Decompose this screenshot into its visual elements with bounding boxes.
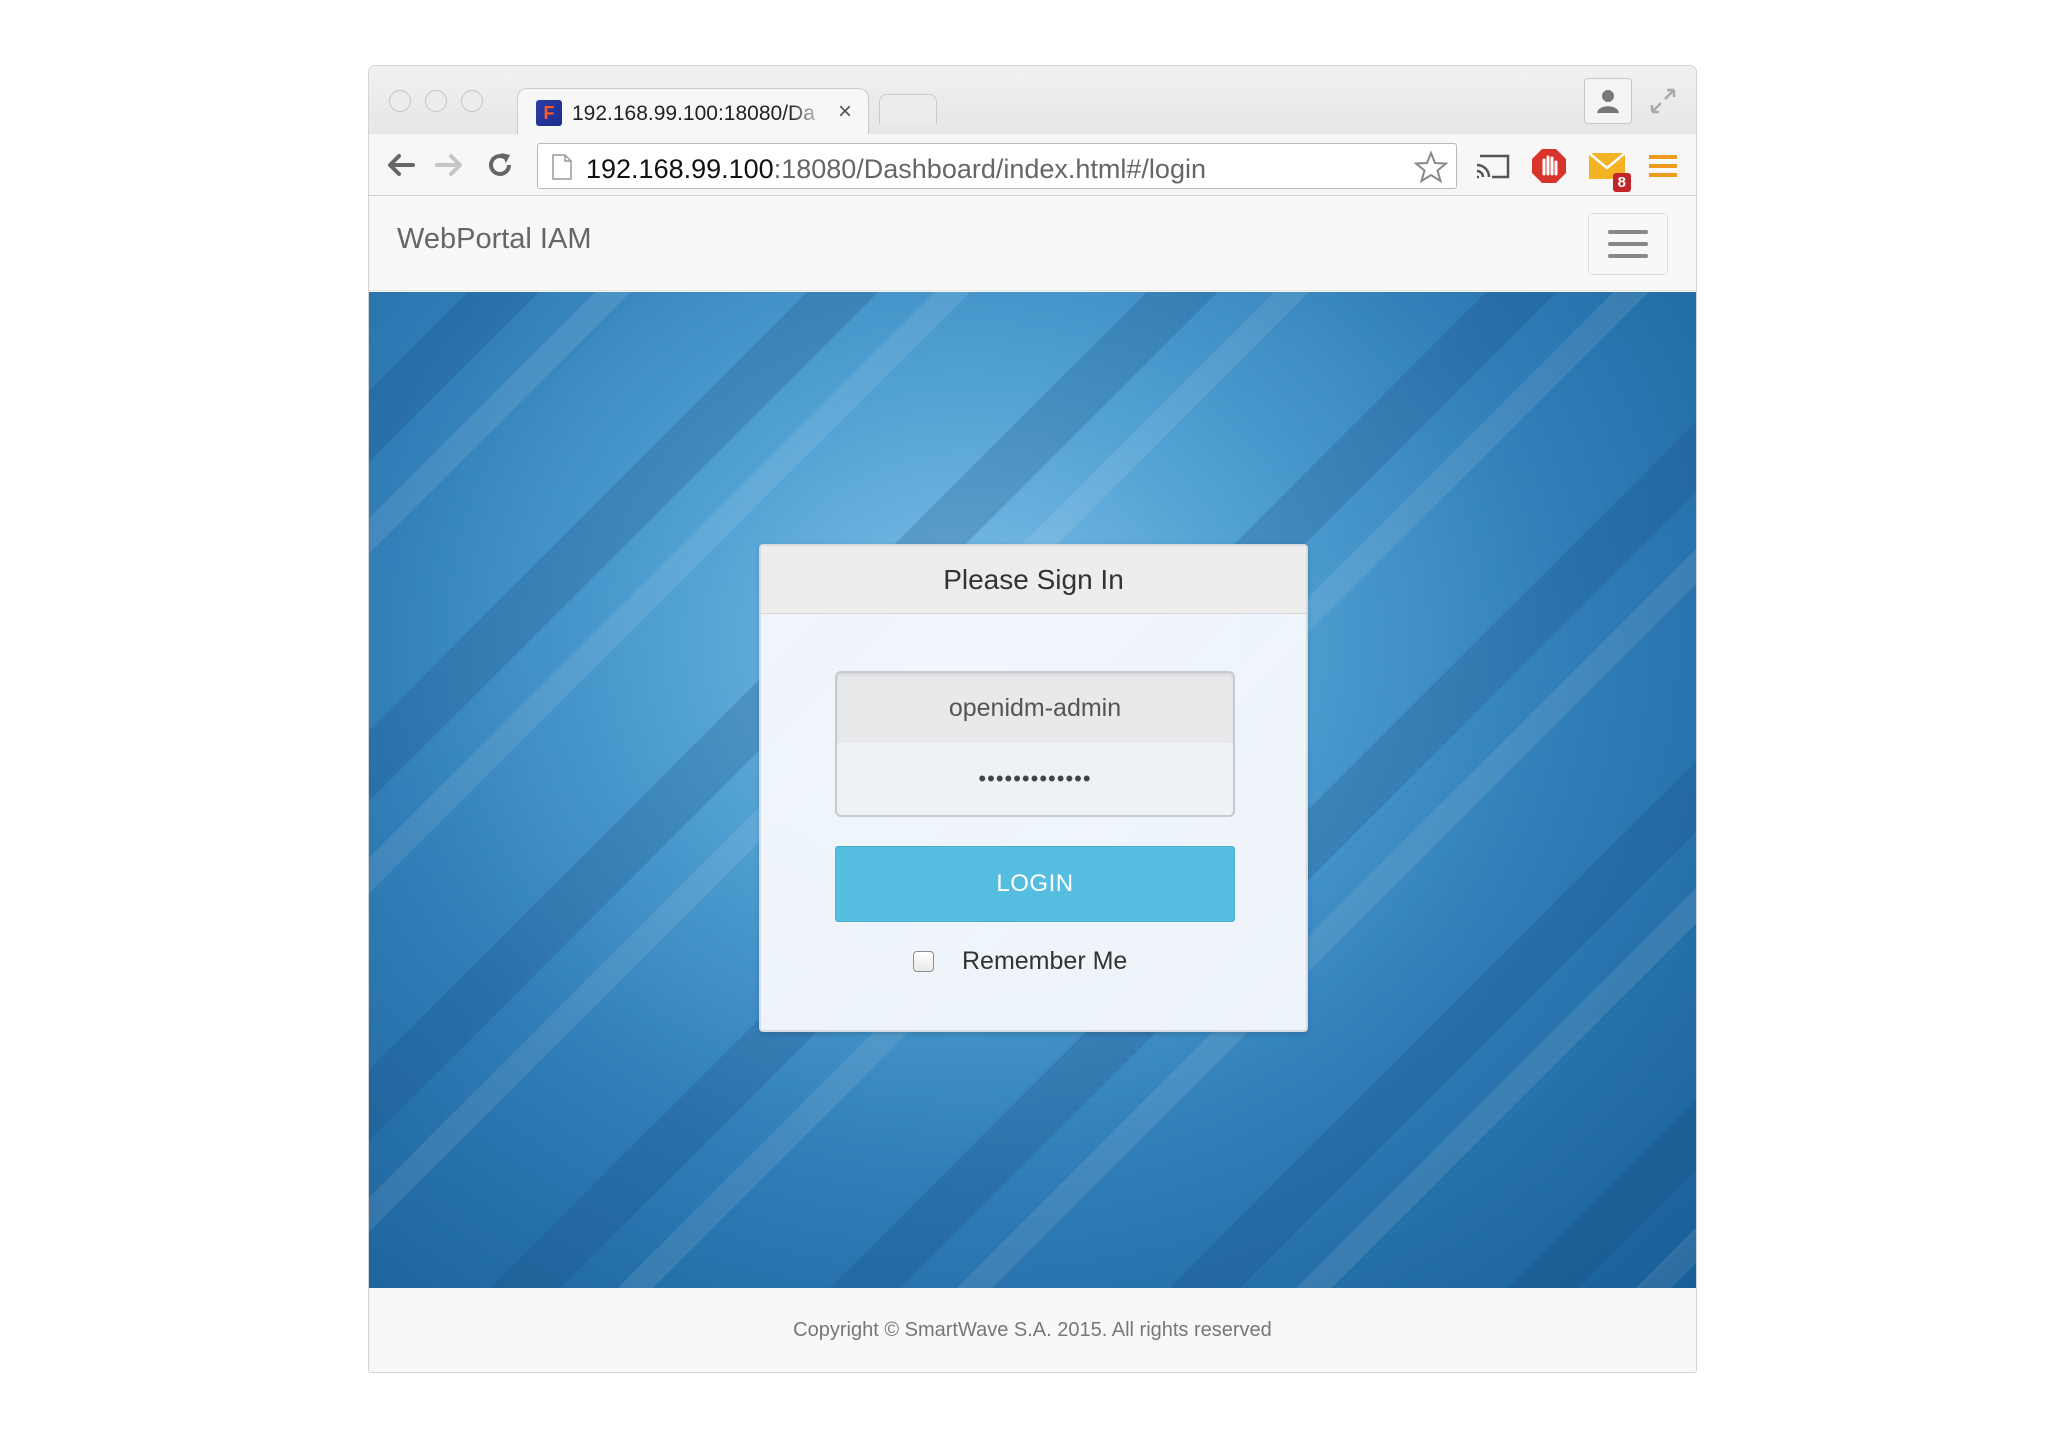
profile-button[interactable] <box>1584 78 1632 124</box>
page-footer: Copyright © SmartWave S.A. 2015. All rig… <box>369 1288 1696 1372</box>
copyright-text: Copyright © SmartWave S.A. 2015. All rig… <box>793 1318 1272 1341</box>
login-panel-header: Please Sign In <box>761 546 1306 614</box>
tab-strip: F 192.168.99.100:18080/Da × <box>369 66 1696 136</box>
browser-toolbar: 192.168.99.100:18080/Dashboard/index.htm… <box>369 134 1696 196</box>
address-bar[interactable]: 192.168.99.100:18080/Dashboard/index.htm… <box>537 143 1457 189</box>
reload-button[interactable] <box>481 146 519 184</box>
window-close-button[interactable] <box>389 90 411 112</box>
window-minimize-button[interactable] <box>425 90 447 112</box>
mail-extension-button[interactable]: 8 <box>1587 146 1631 192</box>
tab-title: 192.168.99.100:18080/Da <box>572 102 815 125</box>
window-zoom-button[interactable] <box>461 90 483 112</box>
password-field[interactable]: ••••••••••••• <box>835 743 1235 817</box>
favicon-icon: F <box>536 100 562 126</box>
login-button[interactable]: LOGIN <box>835 846 1235 922</box>
back-arrow-icon <box>388 154 415 176</box>
brand-title[interactable]: WebPortal IAM <box>397 223 591 256</box>
username-field[interactable]: openidm-admin <box>835 671 1235 745</box>
login-title: Please Sign In <box>943 563 1124 595</box>
forward-button[interactable] <box>431 146 469 184</box>
hamburger-icon-bar <box>1608 230 1648 234</box>
forward-arrow-icon <box>435 154 462 176</box>
hamburger-icon-bar <box>1608 242 1648 246</box>
page-icon <box>552 154 572 180</box>
adblock-button[interactable] <box>1529 146 1569 186</box>
reload-icon <box>489 153 511 176</box>
url-host: 192.168.99.100 <box>586 154 774 184</box>
url-text: 192.168.99.100:18080/Dashboard/index.htm… <box>586 154 1206 185</box>
person-icon <box>1597 90 1619 113</box>
hero-background: Please Sign In openidm-admin •••••••••••… <box>369 292 1696 1288</box>
mail-count-badge: 8 <box>1612 173 1631 192</box>
adblock-icon <box>1532 149 1566 183</box>
nav-toggle-button[interactable] <box>1588 213 1668 275</box>
menu-icon <box>1649 155 1677 177</box>
hamburger-icon-bar <box>1608 254 1648 258</box>
browser-tab-active[interactable]: F 192.168.99.100:18080/Da × <box>517 88 869 136</box>
fullscreen-icon[interactable] <box>1648 86 1678 116</box>
url-path: :18080/Dashboard/index.html#/login <box>773 154 1206 184</box>
remember-me-label[interactable]: Remember Me <box>962 947 1127 976</box>
cast-button[interactable] <box>1473 146 1513 186</box>
tab-close-icon[interactable]: × <box>838 98 852 126</box>
back-button[interactable] <box>381 146 419 184</box>
login-panel: Please Sign In openidm-admin •••••••••••… <box>759 544 1308 1032</box>
browser-menu-button[interactable] <box>1643 146 1683 186</box>
page-navbar: WebPortal IAM <box>369 197 1696 291</box>
remember-me-checkbox[interactable] <box>913 950 934 972</box>
bookmark-star-icon[interactable] <box>1414 150 1448 184</box>
new-tab-button[interactable] <box>879 94 937 124</box>
browser-window: F 192.168.99.100:18080/Da × 192.168.99.1… <box>369 66 1696 1372</box>
cast-icon <box>1476 154 1510 179</box>
remember-me[interactable]: Remember Me <box>913 944 1127 978</box>
